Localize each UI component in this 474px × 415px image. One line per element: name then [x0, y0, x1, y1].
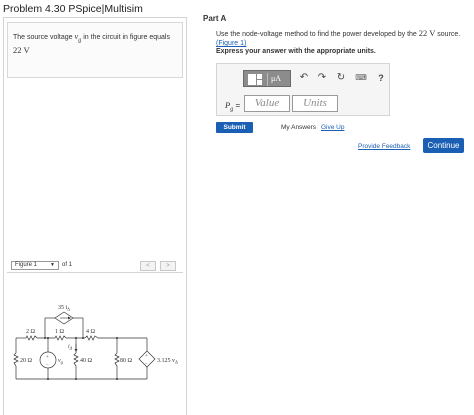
statement-text-mid: in the circuit in figure equals: [81, 34, 170, 41]
answer-instruction: Express your answer with the appropriate…: [216, 48, 376, 55]
figure-count: of 1: [62, 262, 73, 268]
resistor-80-ohm: [114, 352, 120, 367]
undo-icon[interactable]: ↶: [298, 72, 310, 84]
submit-button[interactable]: Submit: [216, 122, 253, 133]
label-dep-src-plus: +: [145, 354, 148, 359]
label-vg: vg: [58, 358, 64, 365]
figure-link[interactable]: (Figure 1): [216, 40, 246, 47]
answer-box: μA ↶ ↷ ↻ ⌨ ? Pg = Value Units: [216, 63, 390, 116]
problem-statement: The source voltage vg in the circuit in …: [7, 22, 183, 78]
continue-button[interactable]: Continue: [423, 138, 464, 153]
label-src-minus: −: [46, 363, 49, 368]
figure-divider: [7, 272, 183, 273]
circuit-diagram: 35 iΔ 2 Ω 1 Ω 4 Ω 20 Ω vg + − iΔ 40 Ω 80…: [13, 305, 178, 380]
chevron-down-icon: ▼: [50, 262, 55, 268]
units-input[interactable]: Units: [292, 95, 338, 112]
label-4-ohm: 4 Ω: [86, 329, 96, 335]
statement-unit: V: [23, 45, 30, 56]
label-dependent-voltage: 3.125 vΔ: [157, 358, 178, 365]
label-1-ohm: 1 Ω: [55, 329, 65, 335]
provide-feedback-link[interactable]: Provide Feedback: [358, 143, 410, 150]
question-value: 22: [418, 28, 428, 38]
template-icon: [248, 74, 256, 85]
label-2-ohm: 2 Ω: [26, 329, 36, 335]
give-up-link[interactable]: Give Up: [321, 124, 344, 131]
label-20-ohm: 20 Ω: [20, 358, 33, 364]
label-80-ohm: 80 Ω: [120, 358, 133, 364]
figure-navigation: Figure 1 ▼ of 1 < >: [7, 261, 183, 272]
resistor-40-ohm: [73, 352, 79, 367]
templates-button[interactable]: μA: [243, 70, 291, 87]
my-answers-label: My Answers: [281, 124, 317, 131]
question-pre: Use the node-voltage method to find the …: [216, 31, 419, 38]
figure-next-button[interactable]: >: [160, 261, 176, 271]
keyboard-icon[interactable]: ⌨: [355, 72, 367, 84]
label-src-plus: +: [46, 355, 49, 360]
resistor-4-ohm: [84, 335, 99, 341]
answer-equals: =: [235, 101, 241, 110]
label-dependent-current: 35 iΔ: [58, 305, 70, 312]
page-title: Problem 4.30 PSpice|Multisim: [3, 3, 143, 15]
reset-icon[interactable]: ↻: [335, 72, 347, 84]
value-input[interactable]: Value: [244, 95, 290, 112]
help-icon[interactable]: ?: [375, 72, 387, 84]
label-i-delta: iΔ: [68, 344, 73, 351]
resistor-20-ohm: [13, 352, 19, 367]
answer-variable: Pg =: [225, 100, 240, 113]
statement-value: 22: [13, 45, 22, 56]
units-button-label[interactable]: μA: [271, 74, 281, 83]
resistor-1-ohm: [54, 335, 67, 341]
resistor-2-ohm: [25, 335, 38, 341]
redo-icon[interactable]: ↷: [316, 72, 328, 84]
label-40-ohm: 40 Ω: [80, 358, 93, 364]
statement-text-pre: The source voltage: [13, 34, 75, 41]
question-post: source.: [435, 31, 461, 38]
figure-select-value: Figure 1: [15, 262, 38, 268]
figure-select[interactable]: Figure 1 ▼: [11, 261, 59, 270]
answer-var-sub: g: [230, 106, 234, 113]
label-dep-src-minus: −: [145, 362, 148, 367]
question-text: Use the node-voltage method to find the …: [216, 29, 466, 48]
figure-prev-button[interactable]: <: [140, 261, 156, 271]
chevron-right-icon: >: [166, 263, 170, 269]
chevron-left-icon: <: [146, 263, 150, 269]
part-label: Part A: [203, 14, 227, 23]
